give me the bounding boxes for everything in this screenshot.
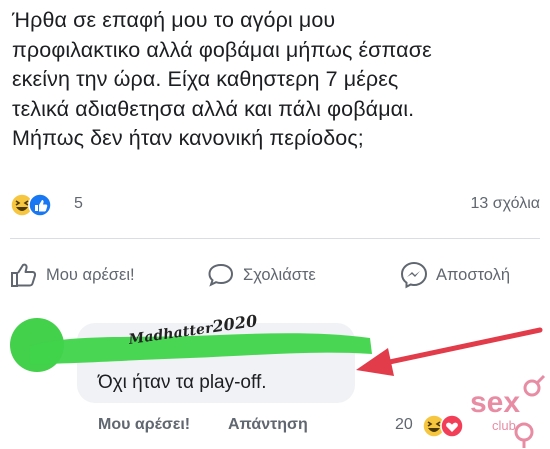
comment-reply-button[interactable]: Απάντηση: [228, 416, 308, 434]
reaction-icons: [10, 193, 52, 217]
send-button-label: Αποστολή: [436, 265, 511, 284]
send-button[interactable]: Αποστολή: [400, 258, 510, 292]
reactions-summary[interactable]: 5 13 σχόλια: [10, 193, 540, 219]
comment-bubble-icon: [208, 263, 234, 287]
svg-text:club: club: [492, 418, 516, 433]
comments-count-link[interactable]: 13 σχόλια: [471, 195, 540, 213]
comment-text: Όχι ήταν τα play-off.: [98, 372, 267, 393]
comment-button[interactable]: Σχολιάστε: [207, 258, 316, 292]
svg-text:sex: sex: [470, 386, 520, 419]
like-icon: [28, 193, 52, 217]
love-icon: [440, 414, 464, 438]
messenger-icon: [400, 261, 428, 289]
like-button[interactable]: Μου αρέσει!: [10, 258, 135, 292]
comment-like-button[interactable]: Μου αρέσει!: [98, 416, 190, 434]
like-button-label: Μου αρέσει!: [46, 265, 135, 284]
reaction-count: 5: [74, 195, 83, 212]
comment-button-label: Σχολιάστε: [243, 265, 316, 284]
watermark-logo: sex club: [470, 374, 546, 448]
post-text: Ήρθα σε επαφή μου το αγόρι μου προφιλακτ…: [12, 8, 432, 150]
comment-reaction-count: 20: [395, 416, 413, 433]
divider: [10, 238, 540, 239]
thumbs-up-icon: [11, 263, 37, 287]
post-actions: Μου αρέσει! Σχολιάστε Αποστολή: [0, 258, 550, 292]
